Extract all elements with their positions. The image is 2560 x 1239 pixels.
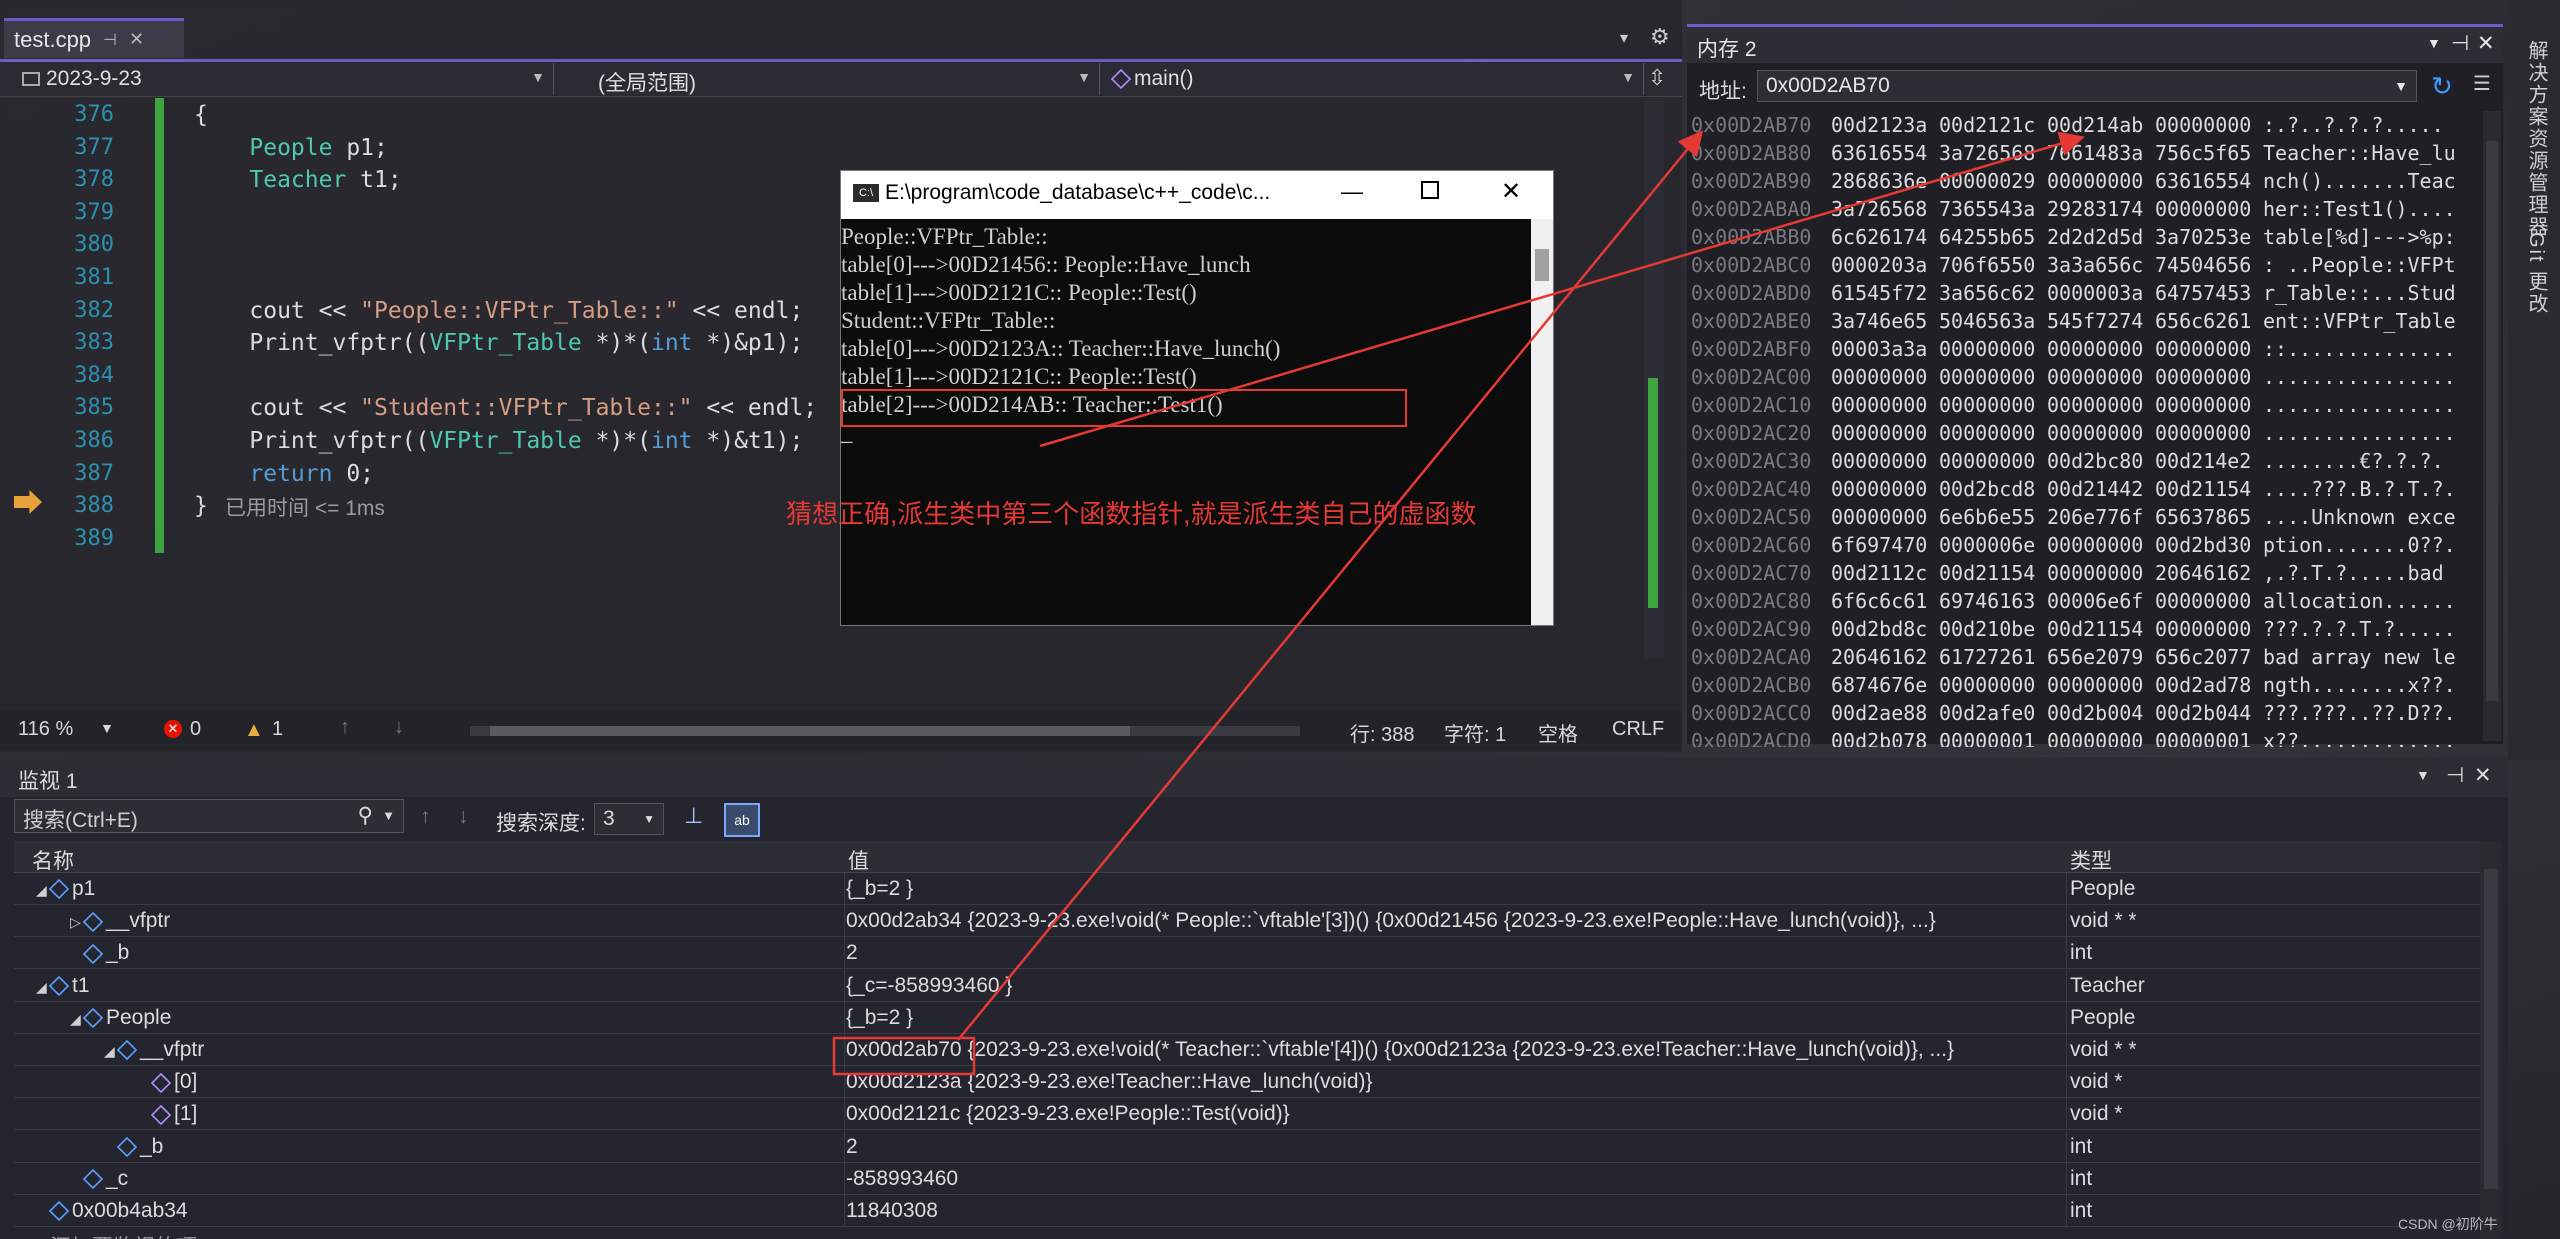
- arrow-console-to-memory: [1039, 131, 2085, 448]
- highlight-box-watch-vfptr: [832, 1036, 976, 1076]
- arrow-watch-to-memory: [957, 130, 1704, 1041]
- annotation-arrows: [832, 130, 2085, 1076]
